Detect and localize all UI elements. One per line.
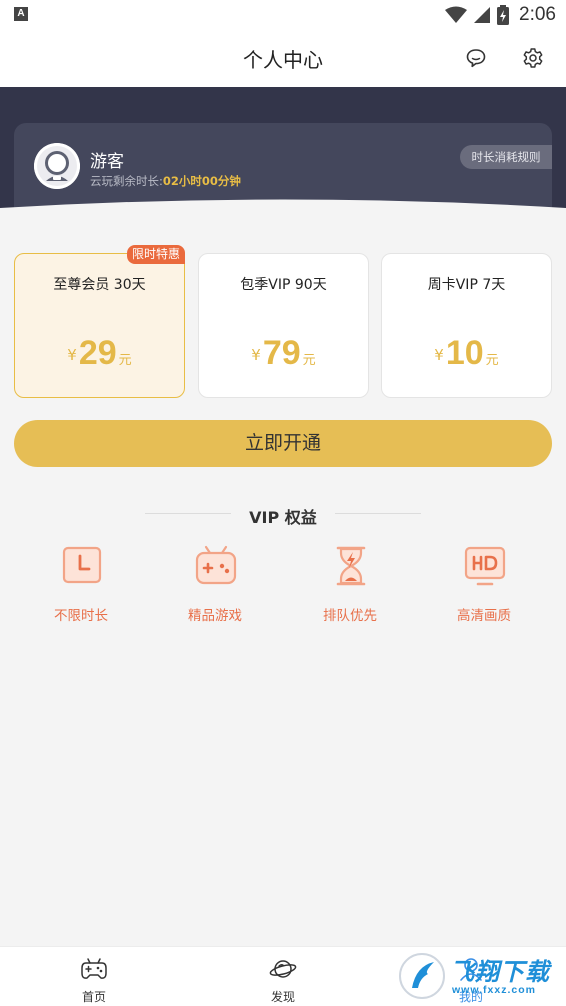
hd-icon [464, 546, 506, 586]
watermark-url: www.fxxz.com [452, 984, 536, 996]
plan-price: ¥29 元 [15, 334, 184, 373]
hourglass-icon [336, 546, 366, 586]
benefit-label: 高清画质 [457, 608, 511, 624]
watermark-text: 飞翔下载 [450, 958, 550, 986]
tab-discover[interactable]: 发现 [223, 947, 343, 1006]
vip-benefits: 不限时长 精品游戏 排队优先 高清画质 [0, 544, 566, 624]
tab-home[interactable]: 首页 [34, 947, 154, 1006]
plan-price: ¥79 元 [199, 334, 368, 373]
clock-icon [62, 546, 102, 584]
watermark: 飞翔下载 www.fxxz.com [398, 948, 558, 1004]
price-value: 10 [445, 334, 484, 372]
benefit-label: 不限时长 [54, 608, 108, 624]
benefit-premium-games: 精品游戏 [160, 544, 270, 624]
signal-icon [474, 7, 491, 23]
activate-now-button[interactable]: 立即开通 [14, 420, 552, 467]
wifi-icon [445, 6, 468, 23]
benefit-unlimited-time: 不限时长 [26, 544, 136, 624]
benefit-label: 精品游戏 [188, 608, 242, 624]
price-unit: 元 [485, 353, 499, 368]
tab-label: 首页 [81, 990, 106, 1004]
band-curve [0, 199, 566, 235]
consumption-rules-button[interactable]: 时长消耗规则 [460, 145, 552, 169]
status-time: 2:06 [519, 4, 556, 25]
plan-name: 周卡VIP 7天 [427, 277, 506, 293]
plan-name: 包季VIP 90天 [240, 277, 327, 293]
plan-list: 限时特惠 至尊会员 30天 ¥29 元 包季VIP 90天 ¥79 元 周卡VIP … [14, 245, 552, 399]
benefit-hd-quality: 高清画质 [429, 544, 539, 624]
plan-price: ¥10 元 [382, 334, 551, 373]
planet-icon [269, 960, 297, 978]
app-header: 个人中心 [0, 30, 566, 87]
user-name: 游客 [90, 152, 124, 172]
watermark-logo-icon [399, 953, 445, 999]
plan-card-30d[interactable]: 限时特惠 至尊会员 30天 ¥29 元 [14, 245, 185, 398]
tab-label: 发现 [270, 990, 295, 1004]
price-currency: ¥ [434, 346, 444, 364]
price-value: 29 [78, 334, 117, 372]
remaining-time-value: 02小时00分钟 [162, 174, 241, 188]
gamepad-icon [81, 958, 107, 979]
benefit-label: 排队优先 [323, 608, 377, 624]
remaining-time-label: 云玩剩余时长: [90, 174, 163, 188]
status-icons: 2:06 [445, 3, 556, 27]
status-bar: A 2:06 [0, 0, 566, 30]
price-currency: ¥ [67, 346, 77, 364]
limited-offer-badge: 限时特惠 [126, 245, 185, 264]
remaining-time: 云玩剩余时长:02小时00分钟 [90, 173, 241, 189]
vip-benefits-title: VIP 权益 [249, 508, 317, 527]
price-unit: 元 [302, 353, 316, 368]
avatar[interactable] [34, 143, 80, 189]
plan-card-90d[interactable]: 包季VIP 90天 ¥79 元 [198, 253, 369, 398]
battery-icon [497, 5, 510, 25]
benefit-queue-priority: 排队优先 [295, 544, 405, 624]
gamepad-icon [195, 545, 237, 585]
plan-name: 至尊会员 30天 [53, 277, 146, 293]
notification-icon: A [14, 7, 28, 21]
price-value: 79 [262, 334, 301, 372]
message-icon[interactable] [464, 46, 488, 70]
divider-right [335, 513, 421, 514]
plan-card-7d[interactable]: 周卡VIP 7天 ¥10 元 [381, 253, 552, 398]
price-currency: ¥ [251, 346, 261, 364]
gear-icon[interactable] [521, 46, 545, 70]
price-unit: 元 [118, 353, 132, 368]
